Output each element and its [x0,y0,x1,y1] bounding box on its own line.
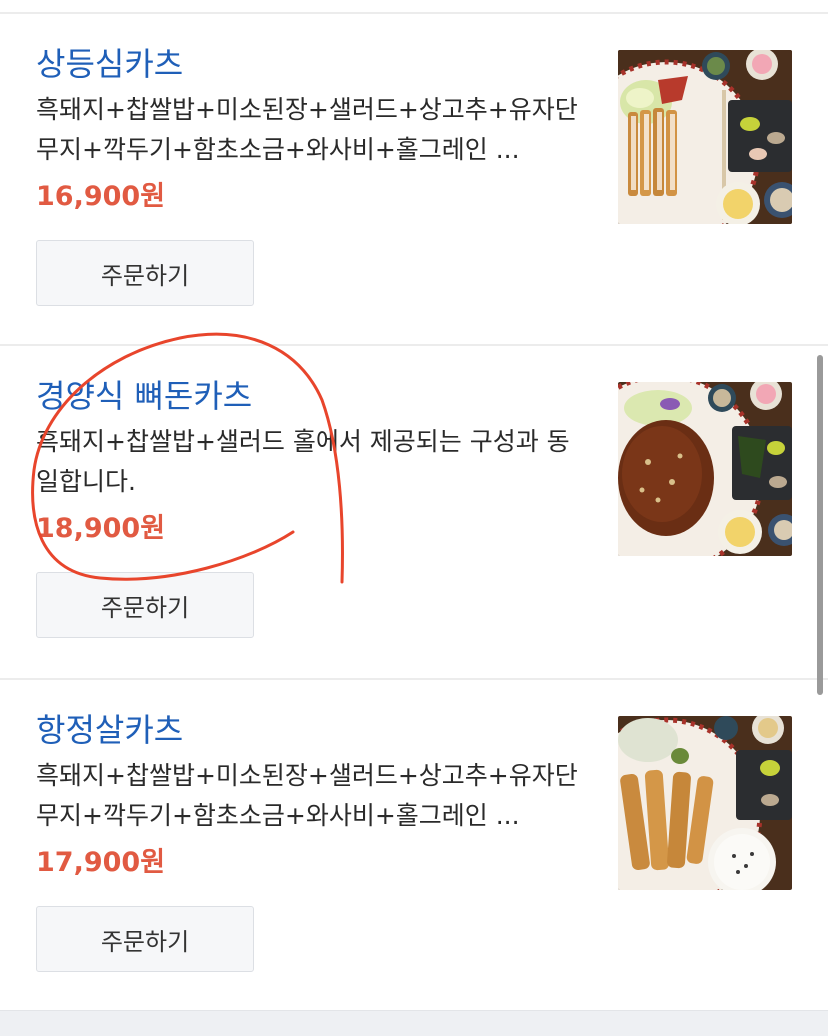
order-button[interactable]: 주문하기 [36,240,254,306]
menu-item-description: 흑돼지+찹쌀밥+미소된장+샐러드+상고추+유자단무지+깍두기+함초소금+와사비+… [36,95,578,164]
menu-item-name: 상등심카츠 [36,45,184,83]
menu-list-page: 상등심카츠 흑돼지+찹쌀밥+미소된장+샐러드+상고추+유자단무지+깍두기+함초소… [0,0,828,1036]
menu-item-name: 경양식 뼈돈카츠 [36,377,253,415]
order-button[interactable]: 주문하기 [36,572,254,638]
menu-item-price: 18,900원 [36,513,166,544]
scrollbar-thumb[interactable] [817,355,823,695]
menu-item-price: 16,900원 [36,181,166,212]
sauced-cutlet-plate-image[interactable] [618,382,792,556]
menu-item-deungsim-katsu[interactable]: 상등심카츠 흑돼지+찹쌀밥+미소된장+샐러드+상고추+유자단무지+깍두기+함초소… [0,14,828,346]
menu-item-description: 흑돼지+찹쌀밥+미소된장+샐러드+상고추+유자단무지+깍두기+함초소금+와사비+… [36,761,578,830]
menu-item-hangjeongsal-katsu[interactable]: 항정살카츠 흑돼지+찹쌀밥+미소된장+샐러드+상고추+유자단무지+깍두기+함초소… [0,680,828,1012]
menu-item-price: 17,900원 [36,847,166,878]
menu-item-name: 항정살카츠 [36,711,184,749]
order-button[interactable]: 주문하기 [36,906,254,972]
menu-item-description: 흑돼지+찹쌀밥+샐러드 홀에서 제공되는 구성과 동일합니다. [36,427,570,496]
pork-cutlet-plate-image[interactable] [618,50,792,224]
menu-item-bone-katsu[interactable]: 경양식 뼈돈카츠 흑돼지+찹쌀밥+샐러드 홀에서 제공되는 구성과 동일합니다.… [0,346,828,678]
bottom-section-band [0,1010,828,1036]
jowl-cutlet-plate-image[interactable] [618,716,792,890]
